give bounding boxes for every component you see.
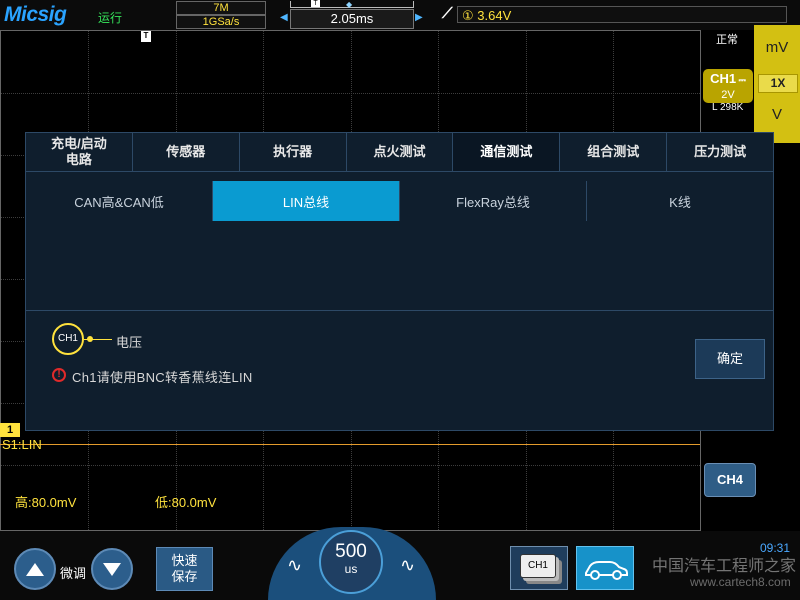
subtab-lin[interactable]: LIN总线 [213, 181, 400, 221]
horizontal-offset[interactable]: 2.05ms [290, 9, 414, 29]
ch4-button[interactable]: CH4 [704, 463, 756, 497]
trigger-mode[interactable]: 正常 [716, 31, 738, 47]
main-tab-bar: 充电/启动 电路 传感器 执行器 点火测试 通信测试 组合测试 压力测试 [26, 133, 773, 172]
arrow-up-icon [26, 562, 44, 576]
ch1-badge-name: CH1 ⎓ [710, 71, 746, 86]
confirm-button[interactable]: 确定 [695, 339, 765, 379]
rising-edge-icon[interactable]: ⟋ [442, 5, 453, 22]
dc-coupling-icon: ⎓ [736, 75, 746, 85]
run-status[interactable]: 运行 [98, 9, 122, 26]
subtab-k-line[interactable]: K线 [587, 181, 773, 221]
tab-ignition[interactable]: 点火测试 [347, 133, 454, 171]
arrow-right-icon[interactable]: ▶ [415, 12, 423, 23]
probe-measure-label: 电压 [116, 335, 143, 350]
ch1-offset-marker[interactable]: 1 [0, 423, 20, 437]
trigger-position-marker: T [311, 0, 320, 7]
threshold-low[interactable]: 低:80.0mV [155, 492, 216, 511]
trigger-time-marker[interactable]: T [141, 31, 151, 42]
quick-save-button[interactable]: 快速 保存 [156, 547, 213, 591]
arrow-left-icon[interactable]: ◀ [280, 12, 288, 23]
watermark: 中国汽车工程师之家 [652, 556, 797, 575]
sample-rate[interactable]: 1GSa/s [176, 15, 266, 29]
tab-charge-start[interactable]: 充电/启动 电路 [26, 133, 133, 171]
timebase-display[interactable]: 500 us [319, 530, 383, 594]
tab-sensor[interactable]: 传感器 [133, 133, 240, 171]
sub-tab-bar: CAN高&CAN低 LIN总线 FlexRay总线 K线 [26, 181, 773, 221]
unit-v-button[interactable]: V [754, 106, 800, 123]
wave-expand-icon[interactable]: ∿ [400, 555, 415, 576]
record-length: L 298K [712, 102, 744, 113]
fine-adjust-label: 微调 [60, 566, 87, 581]
threshold-high[interactable]: 高:80.0mV [15, 492, 76, 511]
watermark-url: www.cartech8.com [690, 575, 791, 589]
brand-logo: Micsig [4, 3, 67, 26]
serial-bus-label: S1:LIN [2, 437, 42, 452]
tab-communication[interactable]: 通信测试 [453, 133, 561, 171]
memory-depth[interactable]: 7M [176, 1, 266, 15]
unit-mv-button[interactable]: mV [754, 39, 800, 56]
probe-channel-icon: CH1 [52, 323, 84, 355]
tab-combination[interactable]: 组合测试 [560, 133, 668, 171]
connection-hint: Ch1请使用BNC转香蕉线连LIN [72, 370, 253, 385]
channel-1-icon: ① [462, 8, 474, 23]
arrow-down-icon [103, 562, 121, 576]
auto-test-dialog: 充电/启动 电路 传感器 执行器 点火测试 通信测试 组合测试 压力测试 CAN… [25, 132, 774, 431]
trigger-level[interactable]: ① 3.64V [457, 6, 787, 23]
subtab-flexray[interactable]: FlexRay总线 [400, 181, 587, 221]
auto-test-button[interactable] [576, 546, 634, 590]
subtab-can[interactable]: CAN高&CAN低 [26, 181, 213, 221]
timebase-value: 500 [335, 541, 367, 562]
probe-ratio-button[interactable]: 1X [758, 74, 798, 93]
divider [26, 310, 773, 311]
tab-pressure[interactable]: 压力测试 [667, 133, 773, 171]
trigger-level-value: 3.64V [477, 8, 512, 23]
ch1-channel-badge[interactable]: CH1 ⎓ 2V [703, 69, 753, 103]
fine-up-button[interactable] [14, 548, 56, 590]
warning-icon: ! [52, 368, 66, 382]
probe-connector-dot [87, 336, 93, 342]
ch1-badge-scale: 2V [721, 89, 735, 101]
tab-actuator[interactable]: 执行器 [240, 133, 347, 171]
serial-bus-trace [0, 444, 700, 445]
timebase-unit: us [344, 562, 358, 576]
car-icon [585, 561, 628, 580]
channel-card-icon: CH1 [520, 554, 556, 578]
wave-compress-icon[interactable]: ∿ [287, 555, 302, 576]
view-center-icon: ◆ [346, 0, 353, 9]
fine-down-button[interactable] [91, 548, 133, 590]
